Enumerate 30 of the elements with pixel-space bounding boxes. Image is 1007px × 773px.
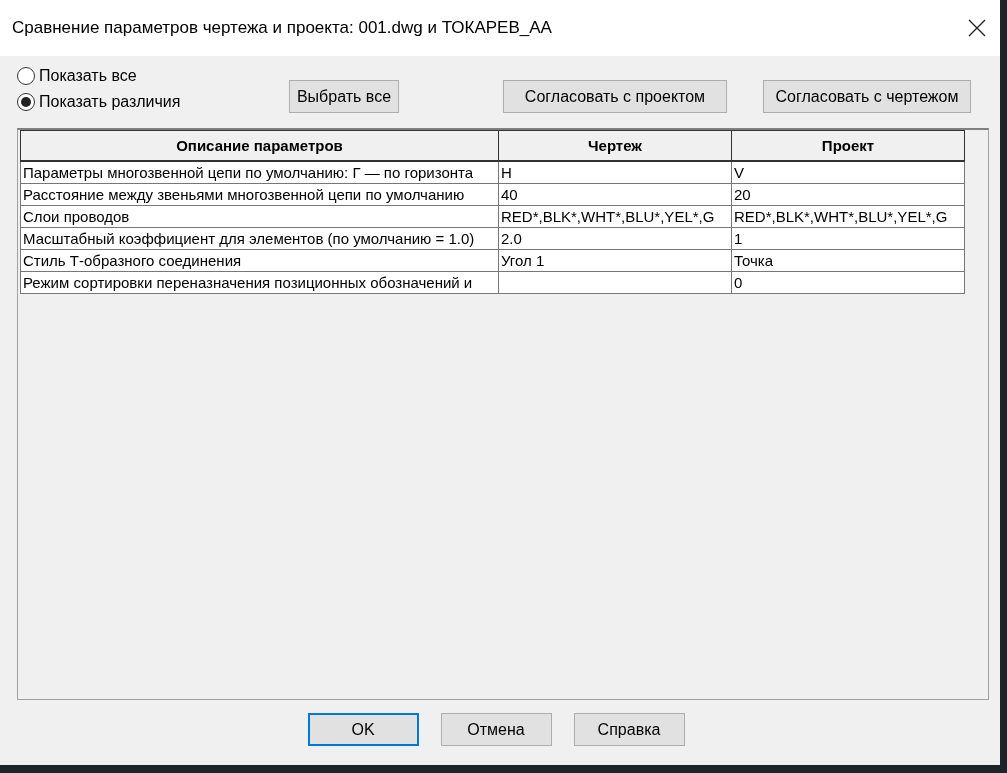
table-cell: Слои проводов xyxy=(20,205,499,228)
close-icon[interactable] xyxy=(968,19,986,37)
table-cell: Угол 1 xyxy=(498,249,732,272)
table-cell: V xyxy=(731,161,965,184)
table-cell: Режим сортировки переназначения позиционных обозначений и xyxy=(20,271,499,294)
match-drawing-button[interactable]: Согласовать с чертежом xyxy=(763,80,971,113)
table-cell: Масштабный коэффициент для элементов (по умолчанию = 1.0) xyxy=(20,227,499,250)
column-header[interactable]: Чертеж xyxy=(498,130,732,161)
radio-option[interactable]: Показать все xyxy=(17,67,289,85)
column-header[interactable]: Проект xyxy=(731,130,965,161)
table-cell: Параметры многозвенной цепи по умолчанию: Г — по горизонта xyxy=(20,161,499,184)
window-title: Сравнение параметров чертежа и проекта: 001.dwg и ТОКАРЕВ_АА xyxy=(12,18,552,38)
table-cell: 0 xyxy=(731,271,965,294)
column-header[interactable]: Описание параметров xyxy=(20,130,499,161)
dialog-button[interactable]: OK xyxy=(307,713,419,746)
table-cell: Стиль Т-образного соединения xyxy=(20,249,499,272)
select-all-button[interactable]: Выбрать все xyxy=(289,80,399,113)
table-cell: 1 xyxy=(731,227,965,250)
table-cell: 40 xyxy=(498,183,732,206)
dialog-button[interactable]: Отмена xyxy=(440,713,552,746)
dialog-button[interactable]: Справка xyxy=(573,713,685,746)
table-cell: 2.0 xyxy=(498,227,732,250)
radio-option[interactable]: Показать различия xyxy=(17,93,289,111)
table-cell: RED*,BLK*,WHT*,BLU*,YEL*,G xyxy=(498,205,732,228)
table-cell: H xyxy=(498,161,732,184)
table-cell: Точка xyxy=(731,249,965,272)
table-cell: 20 xyxy=(731,183,965,206)
table-cell: Расстояние между звеньями многозвенной цепи по умолчанию xyxy=(20,183,499,206)
table-cell: RED*,BLK*,WHT*,BLU*,YEL*,G xyxy=(731,205,965,228)
match-project-button[interactable]: Согласовать с проектом xyxy=(503,80,727,113)
